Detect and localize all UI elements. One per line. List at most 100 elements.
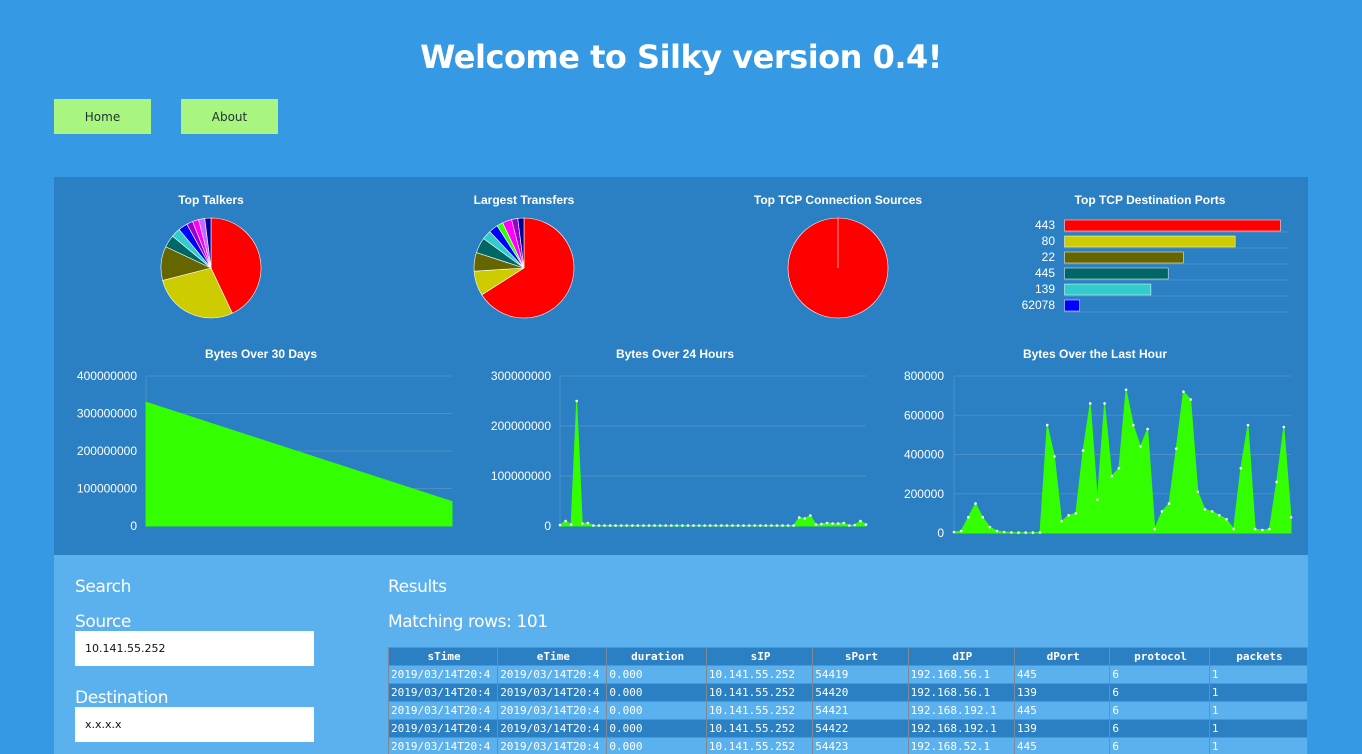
about-button[interactable]: About [181,99,278,134]
table-cell: 1 [1208,737,1308,754]
chart-title: Top TCP Destination Ports [1075,193,1226,207]
data-point [653,524,656,527]
results-heading: Results [388,577,447,597]
data-point [708,524,712,527]
y-tick-label: 800000 [904,369,944,383]
column-header-stime[interactable]: sTime [387,647,499,666]
bar [1064,251,1184,264]
data-point [1167,502,1171,505]
bar [1064,283,1152,296]
table-cell: 2019/03/14T20:4 [497,665,608,684]
table-cell: 54423 [812,737,909,754]
data-point [753,524,757,527]
table-cell: 54420 [812,683,909,702]
data-point [859,519,862,523]
data-point [1182,390,1185,393]
table-cell: 6 [1109,719,1210,738]
column-header-packets[interactable]: packets [1208,647,1308,666]
chart-title: Bytes Over the Last Hour [1023,347,1167,361]
data-point [1124,388,1128,392]
search-heading: Search [75,577,132,597]
column-header-protocol[interactable]: protocol [1109,647,1210,666]
column-header-etime[interactable]: eTime [497,647,608,666]
table-cell: 6 [1109,665,1210,684]
table-cell: 2019/03/14T20:4 [387,665,499,684]
data-point [647,524,651,527]
table-row[interactable]: 2019/03/14T20:4 2019/03/14T20:4 0.000 10.14… [387,665,1308,684]
data-point [1117,466,1121,470]
page-title: Welcome to Silky version 0.4! [420,38,942,76]
y-tick-label: 0 [544,519,551,533]
data-point [974,502,977,505]
area-series [559,400,867,527]
table-cell: 6 [1109,701,1210,720]
data-point [703,524,706,527]
table-cell: 1 [1208,719,1308,738]
data-point [725,524,729,527]
dashboard-panel: Top Talkers Largest Transfers Top TCP Conn… [54,177,1308,555]
table-row[interactable]: 2019/03/14T20:4 2019/03/14T20:4 0.000 10.14… [387,683,1308,702]
table-cell: 445 [1013,701,1111,720]
data-point [1268,527,1271,531]
column-header-sport[interactable]: sPort [812,647,909,666]
data-point [1261,528,1264,532]
y-tick-label: 0 [937,526,944,540]
data-point [720,524,723,527]
table-cell: 0.000 [606,701,707,720]
column-header-sip[interactable]: sIP [705,647,814,666]
destination-label: Destination [75,688,169,708]
table-cell: 54421 [812,701,909,720]
column-header-dport[interactable]: dPort [1013,647,1111,666]
table-cell: 2019/03/14T20:4 [497,683,608,702]
table-row[interactable]: 2019/03/14T20:4 2019/03/14T20:4 0.000 10.14… [387,719,1308,738]
data-point [1053,455,1056,458]
bar-category-label: 445 [1035,266,1055,280]
y-tick-label: 300000000 [491,369,551,383]
data-point [803,517,807,520]
table-cell: 6 [1109,737,1210,754]
data-point [1232,527,1235,531]
table-cell: 2019/03/14T20:4 [387,737,499,754]
chart-title: Bytes Over 24 Hours [616,347,734,361]
y-tick-label: 300000000 [77,407,137,421]
data-point [631,524,634,527]
data-point [592,524,595,527]
bar [1064,235,1236,248]
data-point [558,523,562,527]
table-cell: 445 [1013,737,1111,754]
bar [1064,219,1281,232]
data-point [1088,402,1092,405]
chart-title: Largest Transfers [474,193,575,207]
dashboard-charts: Top Talkers Largest Transfers Top TCP Conn… [77,193,1293,540]
chart-title: Top TCP Connection Sources [754,193,923,207]
column-header-dip[interactable]: dIP [907,647,1016,666]
y-tick-label: 100000000 [491,469,551,483]
y-tick-label: 400000 [904,448,944,462]
table-cell: 0.000 [606,683,707,702]
data-point [731,524,734,527]
column-header-duration[interactable]: duration [606,647,707,666]
bar-category-label: 62078 [1022,298,1056,312]
destination-input[interactable] [75,707,314,742]
results-table: sTime eTime duration sIP sPort dIP dPort protoc… [387,647,1308,754]
table-row[interactable]: 2019/03/14T20:4 2019/03/14T20:4 0.000 10.14… [387,737,1308,754]
data-point [580,522,584,525]
table-row[interactable]: 2019/03/14T20:4 2019/03/14T20:4 0.000 10.14… [387,701,1308,720]
table-cell: 192.168.56.1 [907,665,1016,684]
table-cell: 2019/03/14T20:4 [497,701,608,720]
source-input[interactable] [75,631,314,666]
data-point [1239,466,1243,470]
bar [1064,267,1169,280]
bar-category-label: 139 [1035,282,1055,296]
data-point [608,524,612,527]
home-button[interactable]: Home [54,99,151,134]
table-cell: 54419 [812,665,909,684]
data-point [1146,427,1149,431]
y-tick-label: 0 [130,519,137,533]
data-point [636,524,640,527]
table-cell: 54422 [812,719,909,738]
table-cell: 2019/03/14T20:4 [497,737,608,754]
data-point [736,524,740,527]
data-point [614,524,617,527]
bar [1064,299,1080,312]
